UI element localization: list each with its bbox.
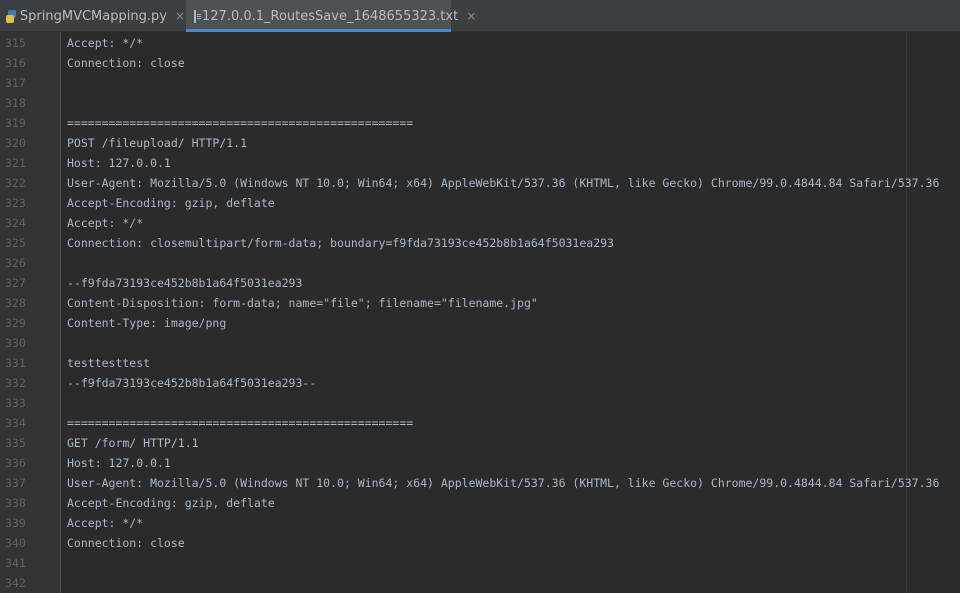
line-number: 329 [5, 316, 26, 330]
code-line[interactable]: 339 Accept: */* [0, 513, 960, 533]
tab-label: SpringMVCMapping.py [19, 8, 167, 24]
line-text[interactable]: User-Agent: Mozilla/5.0 (Windows NT 10.0… [67, 473, 939, 493]
line-number: 332 [5, 376, 26, 390]
line-number: 335 [5, 436, 26, 450]
code-line[interactable]: 323 Accept-Encoding: gzip, deflate [0, 193, 960, 213]
line-text[interactable]: Connection: close [67, 533, 185, 553]
code-line[interactable]: 338 Accept-Encoding: gzip, deflate [0, 493, 960, 513]
line-text[interactable]: Connection: close [67, 53, 185, 73]
line-text[interactable]: Connection: closemultipart/form-data; bo… [67, 233, 614, 253]
line-text[interactable]: ========================================… [67, 413, 413, 433]
line-number: 341 [5, 556, 26, 570]
text-file-icon [194, 9, 201, 23]
line-number: 318 [5, 96, 26, 110]
line-number: 338 [5, 496, 26, 510]
line-number: 319 [5, 116, 26, 130]
code-line[interactable]: 319 =====================================… [0, 113, 960, 133]
line-number: 322 [5, 176, 26, 190]
line-number: 326 [5, 256, 26, 270]
code-line[interactable]: 327 --f9fda73193ce452b8b1a64f5031ea293 [0, 273, 960, 293]
line-text[interactable]: Accept: */* [67, 33, 143, 53]
line-text[interactable]: POST /fileupload/ HTTP/1.1 [67, 133, 247, 153]
line-number: 327 [5, 276, 26, 290]
line-text[interactable]: Accept: */* [67, 513, 143, 533]
line-number: 334 [5, 416, 26, 430]
code-line[interactable]: 328 Content-Disposition: form-data; name=… [0, 293, 960, 313]
line-text[interactable]: Content-Type: image/png [67, 313, 226, 333]
code-line[interactable]: 334 =====================================… [0, 413, 960, 433]
line-text[interactable]: --f9fda73193ce452b8b1a64f5031ea293-- [67, 373, 316, 393]
code-line[interactable]: 341 [0, 553, 960, 573]
line-number: 333 [5, 396, 26, 410]
code-line[interactable]: 324 Accept: */* [0, 213, 960, 233]
line-number: 317 [5, 76, 26, 90]
code-line[interactable]: 342 [0, 573, 960, 593]
code-line[interactable]: 322 User-Agent: Mozilla/5.0 (Windows NT 1… [0, 173, 960, 193]
code-line[interactable]: 315 Accept: */* [0, 33, 960, 53]
code-line[interactable]: 329 Content-Type: image/png [0, 313, 960, 333]
line-number: 315 [5, 36, 26, 50]
line-text[interactable]: testtesttest [67, 353, 150, 373]
code-line[interactable]: 336 Host: 127.0.0.1 [0, 453, 960, 473]
line-number: 323 [5, 196, 26, 210]
tab-routes-save-txt[interactable]: 127.0.0.1_RoutesSave_1648655323.txt × [186, 0, 476, 32]
line-text[interactable]: GET /form/ HTTP/1.1 [67, 433, 199, 453]
line-number: 320 [5, 136, 26, 150]
line-text[interactable]: Host: 127.0.0.1 [67, 153, 171, 173]
line-text[interactable]: Content-Disposition: form-data; name="fi… [67, 293, 538, 313]
code-line[interactable]: 335 GET /form/ HTTP/1.1 [0, 433, 960, 453]
line-number: 324 [5, 216, 26, 230]
close-icon[interactable]: × [466, 9, 476, 23]
code-line[interactable]: 326 [0, 253, 960, 273]
code-line[interactable]: 318 [0, 93, 960, 113]
code-line[interactable]: 316 Connection: close [0, 53, 960, 73]
code-line[interactable]: 330 [0, 333, 960, 353]
code-line[interactable]: 332 --f9fda73193ce452b8b1a64f5031ea293-- [0, 373, 960, 393]
line-text[interactable]: ========================================… [67, 113, 413, 133]
line-number: 331 [5, 356, 26, 370]
code-line[interactable]: 325 Connection: closemultipart/form-data;… [0, 233, 960, 253]
line-text[interactable]: User-Agent: Mozilla/5.0 (Windows NT 10.0… [67, 173, 939, 193]
line-number: 316 [5, 56, 26, 70]
line-text[interactable]: --f9fda73193ce452b8b1a64f5031ea293 [67, 273, 302, 293]
close-icon[interactable]: × [175, 9, 185, 23]
editor-tab-bar: SpringMVCMapping.py × 127.0.0.1_RoutesSa… [0, 0, 960, 32]
line-number: 337 [5, 476, 26, 490]
tab-springmvcmapping[interactable]: SpringMVCMapping.py × [0, 0, 185, 32]
python-file-icon [5, 9, 16, 23]
line-text[interactable]: Accept: */* [67, 213, 143, 233]
code-line[interactable]: 333 [0, 393, 960, 413]
line-number: 336 [5, 456, 26, 470]
editor-lines[interactable]: 315 Accept: */* 316 Connection: close 317 318… [0, 32, 960, 593]
code-line[interactable]: 321 Host: 127.0.0.1 [0, 153, 960, 173]
tab-label: 127.0.0.1_RoutesSave_1648655323.txt [202, 8, 459, 24]
line-text[interactable]: Host: 127.0.0.1 [67, 453, 171, 473]
code-line[interactable]: 337 User-Agent: Mozilla/5.0 (Windows NT 1… [0, 473, 960, 493]
line-number: 330 [5, 336, 26, 350]
line-text[interactable]: Accept-Encoding: gzip, deflate [67, 493, 275, 513]
code-line[interactable]: 331 testtesttest [0, 353, 960, 373]
code-line[interactable]: 317 [0, 73, 960, 93]
line-number: 342 [5, 576, 26, 590]
line-number: 328 [5, 296, 26, 310]
line-number: 321 [5, 156, 26, 170]
code-line[interactable]: 340 Connection: close [0, 533, 960, 553]
code-line[interactable]: 320 POST /fileupload/ HTTP/1.1 [0, 133, 960, 153]
line-number: 339 [5, 516, 26, 530]
line-number: 325 [5, 236, 26, 250]
line-text[interactable]: Accept-Encoding: gzip, deflate [67, 193, 275, 213]
line-number: 340 [5, 536, 26, 550]
